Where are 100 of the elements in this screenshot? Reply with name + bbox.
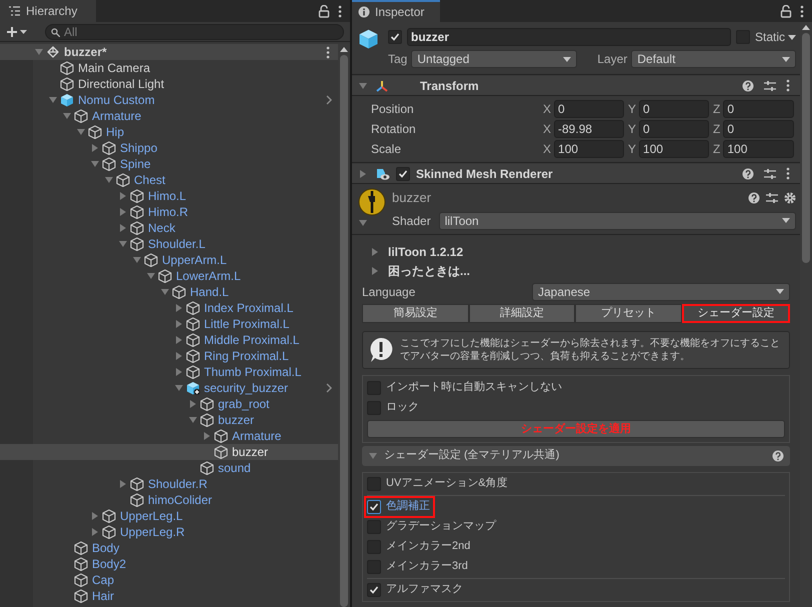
sliders-icon[interactable]: [764, 168, 776, 180]
expand-arrow-icon[interactable]: [174, 367, 184, 377]
expand-arrow-icon[interactable]: [90, 511, 100, 521]
tree-item[interactable]: Body2: [92, 555, 126, 573]
inspector-tab[interactable]: Inspector: [352, 0, 440, 22]
checkbox[interactable]: [367, 500, 381, 514]
tree-item[interactable]: LowerArm.L: [176, 267, 241, 285]
foldout[interactable]: lilToon 1.2.12: [362, 242, 790, 262]
number-field[interactable]: 100: [639, 140, 709, 158]
tree-item[interactable]: Shoulder.R: [148, 475, 208, 493]
collapse-arrow-icon[interactable]: [146, 271, 156, 281]
tree-item[interactable]: UpperArm.L: [162, 251, 227, 269]
tree-item[interactable]: Neck: [148, 219, 176, 237]
more-menu-icon[interactable]: [800, 4, 804, 18]
tab[interactable]: シェーダー設定: [682, 304, 790, 322]
scroll-up-icon[interactable]: [802, 25, 810, 30]
number-field[interactable]: -89.98: [554, 120, 624, 138]
help-icon[interactable]: [742, 80, 754, 92]
tree-item[interactable]: Shippo: [120, 139, 158, 157]
collapse-arrow-icon[interactable]: [34, 47, 44, 57]
collapse-arrow-icon[interactable]: [90, 159, 100, 169]
tree-item[interactable]: Cap: [92, 571, 114, 589]
tree-item[interactable]: Hip: [106, 123, 124, 141]
collapse-arrow-icon[interactable]: [358, 218, 368, 228]
expand-arrow-icon[interactable]: [370, 266, 380, 276]
tab[interactable]: 詳細設定: [468, 304, 575, 322]
collapse-arrow-icon[interactable]: [358, 80, 368, 90]
more-menu-icon[interactable]: [786, 167, 790, 180]
lock-icon[interactable]: [780, 4, 792, 18]
tree-item[interactable]: Nomu Custom: [78, 91, 155, 109]
tree-item[interactable]: sound: [218, 459, 251, 477]
checkbox[interactable]: [388, 30, 402, 44]
expand-arrow-icon[interactable]: [370, 247, 380, 257]
tree-item[interactable]: Index Proximal.L: [204, 299, 294, 317]
tree-item[interactable]: Himo.R: [148, 203, 188, 221]
tree-item[interactable]: Directional Light: [78, 75, 164, 93]
tree-item[interactable]: Shoulder.L: [148, 235, 206, 253]
layer-dropdown[interactable]: Default: [631, 50, 796, 68]
scrollbar-thumb[interactable]: [802, 33, 810, 263]
expand-arrow-icon[interactable]: [358, 168, 368, 178]
tree-item[interactable]: Ring Proximal.L: [204, 347, 289, 365]
expand-arrow-icon[interactable]: [118, 479, 128, 489]
tree-item[interactable]: UpperLeg.R: [120, 523, 185, 541]
tab[interactable]: プリセット: [575, 304, 682, 322]
tree-item[interactable]: Thumb Proximal.L: [204, 363, 302, 381]
tag-dropdown[interactable]: Untagged: [411, 50, 578, 68]
section-header[interactable]: シェーダー設定 (全マテリアル共通): [362, 446, 790, 466]
collapse-arrow-icon[interactable]: [76, 127, 86, 137]
foldout[interactable]: 困ったときは...: [362, 262, 790, 280]
checkbox[interactable]: [396, 166, 410, 180]
settings-icon[interactable]: [784, 192, 796, 204]
chevron-right-icon[interactable]: [326, 383, 332, 393]
lock-icon[interactable]: [318, 4, 330, 18]
number-field[interactable]: 0: [723, 100, 794, 118]
tree-item[interactable]: Middle Proximal.L: [204, 331, 300, 349]
tree-item[interactable]: buzzer*: [64, 44, 107, 61]
expand-arrow-icon[interactable]: [174, 303, 184, 313]
shader-dropdown[interactable]: lilToon: [438, 212, 796, 230]
more-menu-icon[interactable]: [326, 46, 330, 59]
chevron-right-icon[interactable]: [326, 95, 332, 105]
tree-item[interactable]: Armature: [92, 107, 142, 125]
more-menu-icon[interactable]: [338, 4, 342, 18]
tree-item[interactable]: UpperLeg.L: [120, 507, 183, 525]
hierarchy-tab[interactable]: Hierarchy: [0, 0, 96, 22]
collapse-arrow-icon[interactable]: [368, 450, 378, 460]
expand-arrow-icon[interactable]: [118, 223, 128, 233]
sliders-icon[interactable]: [764, 80, 776, 92]
component-header[interactable]: Skinned Mesh Renderer: [352, 164, 800, 184]
collapse-arrow-icon[interactable]: [160, 287, 170, 297]
number-field[interactable]: 0: [639, 100, 709, 118]
component-header[interactable]: Transform: [352, 76, 800, 96]
static-dropdown[interactable]: Static: [754, 28, 796, 46]
more-menu-icon[interactable]: [786, 79, 790, 92]
expand-arrow-icon[interactable]: [174, 335, 184, 345]
tree-item[interactable]: Body: [92, 539, 120, 557]
number-field[interactable]: 0: [554, 100, 624, 118]
tree-item[interactable]: Spine: [120, 155, 151, 173]
number-field[interactable]: 100: [723, 140, 794, 158]
tree-item[interactable]: himoColider: [148, 491, 212, 509]
number-field[interactable]: 0: [639, 120, 709, 138]
expand-arrow-icon[interactable]: [174, 351, 184, 361]
sliders-icon[interactable]: [766, 192, 778, 204]
expand-arrow-icon[interactable]: [202, 431, 212, 441]
expand-arrow-icon[interactable]: [188, 399, 198, 409]
tree-item[interactable]: Himo.L: [148, 187, 186, 205]
scrollbar[interactable]: [338, 44, 350, 607]
add-button[interactable]: [6, 26, 27, 38]
collapse-arrow-icon[interactable]: [118, 239, 128, 249]
language-dropdown[interactable]: Japanese: [532, 282, 790, 300]
search-field[interactable]: All: [45, 24, 344, 40]
collapse-arrow-icon[interactable]: [132, 255, 142, 265]
tree-item[interactable]: Little Proximal.L: [204, 315, 290, 333]
help-icon[interactable]: [748, 192, 760, 204]
expand-arrow-icon[interactable]: [174, 319, 184, 329]
tree-item[interactable]: security_buzzer: [204, 379, 288, 397]
collapse-arrow-icon[interactable]: [174, 383, 184, 393]
expand-arrow-icon[interactable]: [90, 143, 100, 153]
checkbox[interactable]: [367, 582, 381, 596]
tree-item[interactable]: buzzer: [218, 411, 254, 429]
collapse-arrow-icon[interactable]: [48, 95, 58, 105]
